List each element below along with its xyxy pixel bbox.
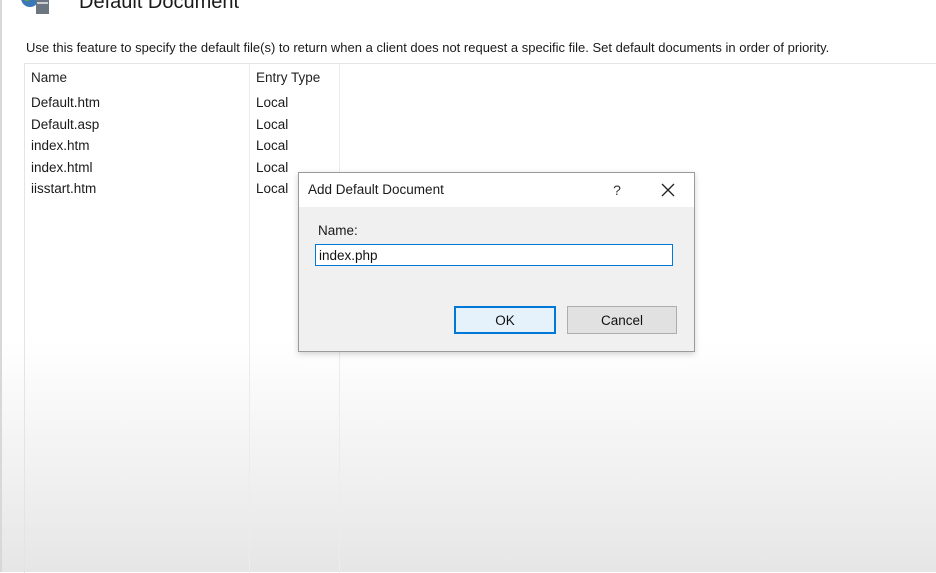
column-header-entry-type[interactable]: Entry Type xyxy=(256,70,320,85)
row-entry-type: Local xyxy=(256,181,289,196)
ok-button[interactable]: OK xyxy=(454,306,556,334)
iis-server-globe-icon xyxy=(20,0,60,22)
list-row[interactable]: Default.htm Local xyxy=(25,93,936,115)
dialog-title: Add Default Document xyxy=(308,182,444,197)
page-title: Default Document xyxy=(79,0,240,13)
row-entry-type: Local xyxy=(256,116,289,132)
column-header-name[interactable]: Name xyxy=(31,70,67,85)
row-name: index.htm xyxy=(31,138,90,153)
row-name: index.html xyxy=(31,159,93,175)
row-entry-type: Local xyxy=(256,159,289,175)
dialog-titlebar[interactable]: Add Default Document ? xyxy=(299,173,694,207)
list-row[interactable]: index.htm Local xyxy=(25,136,936,158)
name-input[interactable] xyxy=(315,244,673,266)
close-icon xyxy=(661,183,675,197)
add-default-document-dialog: Add Default Document ? Name: OK Cancel xyxy=(298,172,695,352)
window-left-edge xyxy=(0,0,2,572)
row-entry-type: Local xyxy=(256,95,289,110)
cancel-button[interactable]: Cancel xyxy=(567,306,677,334)
row-entry-type: Local xyxy=(256,138,289,153)
help-button[interactable]: ? xyxy=(601,178,633,202)
row-name: iisstart.htm xyxy=(31,181,97,196)
row-name: Default.htm xyxy=(31,95,101,110)
close-button[interactable] xyxy=(651,178,685,202)
row-name: Default.asp xyxy=(31,116,100,132)
feature-description: Use this feature to specify the default … xyxy=(26,40,830,55)
list-row[interactable]: Default.asp Local xyxy=(25,115,936,137)
name-field-label: Name: xyxy=(318,223,358,238)
